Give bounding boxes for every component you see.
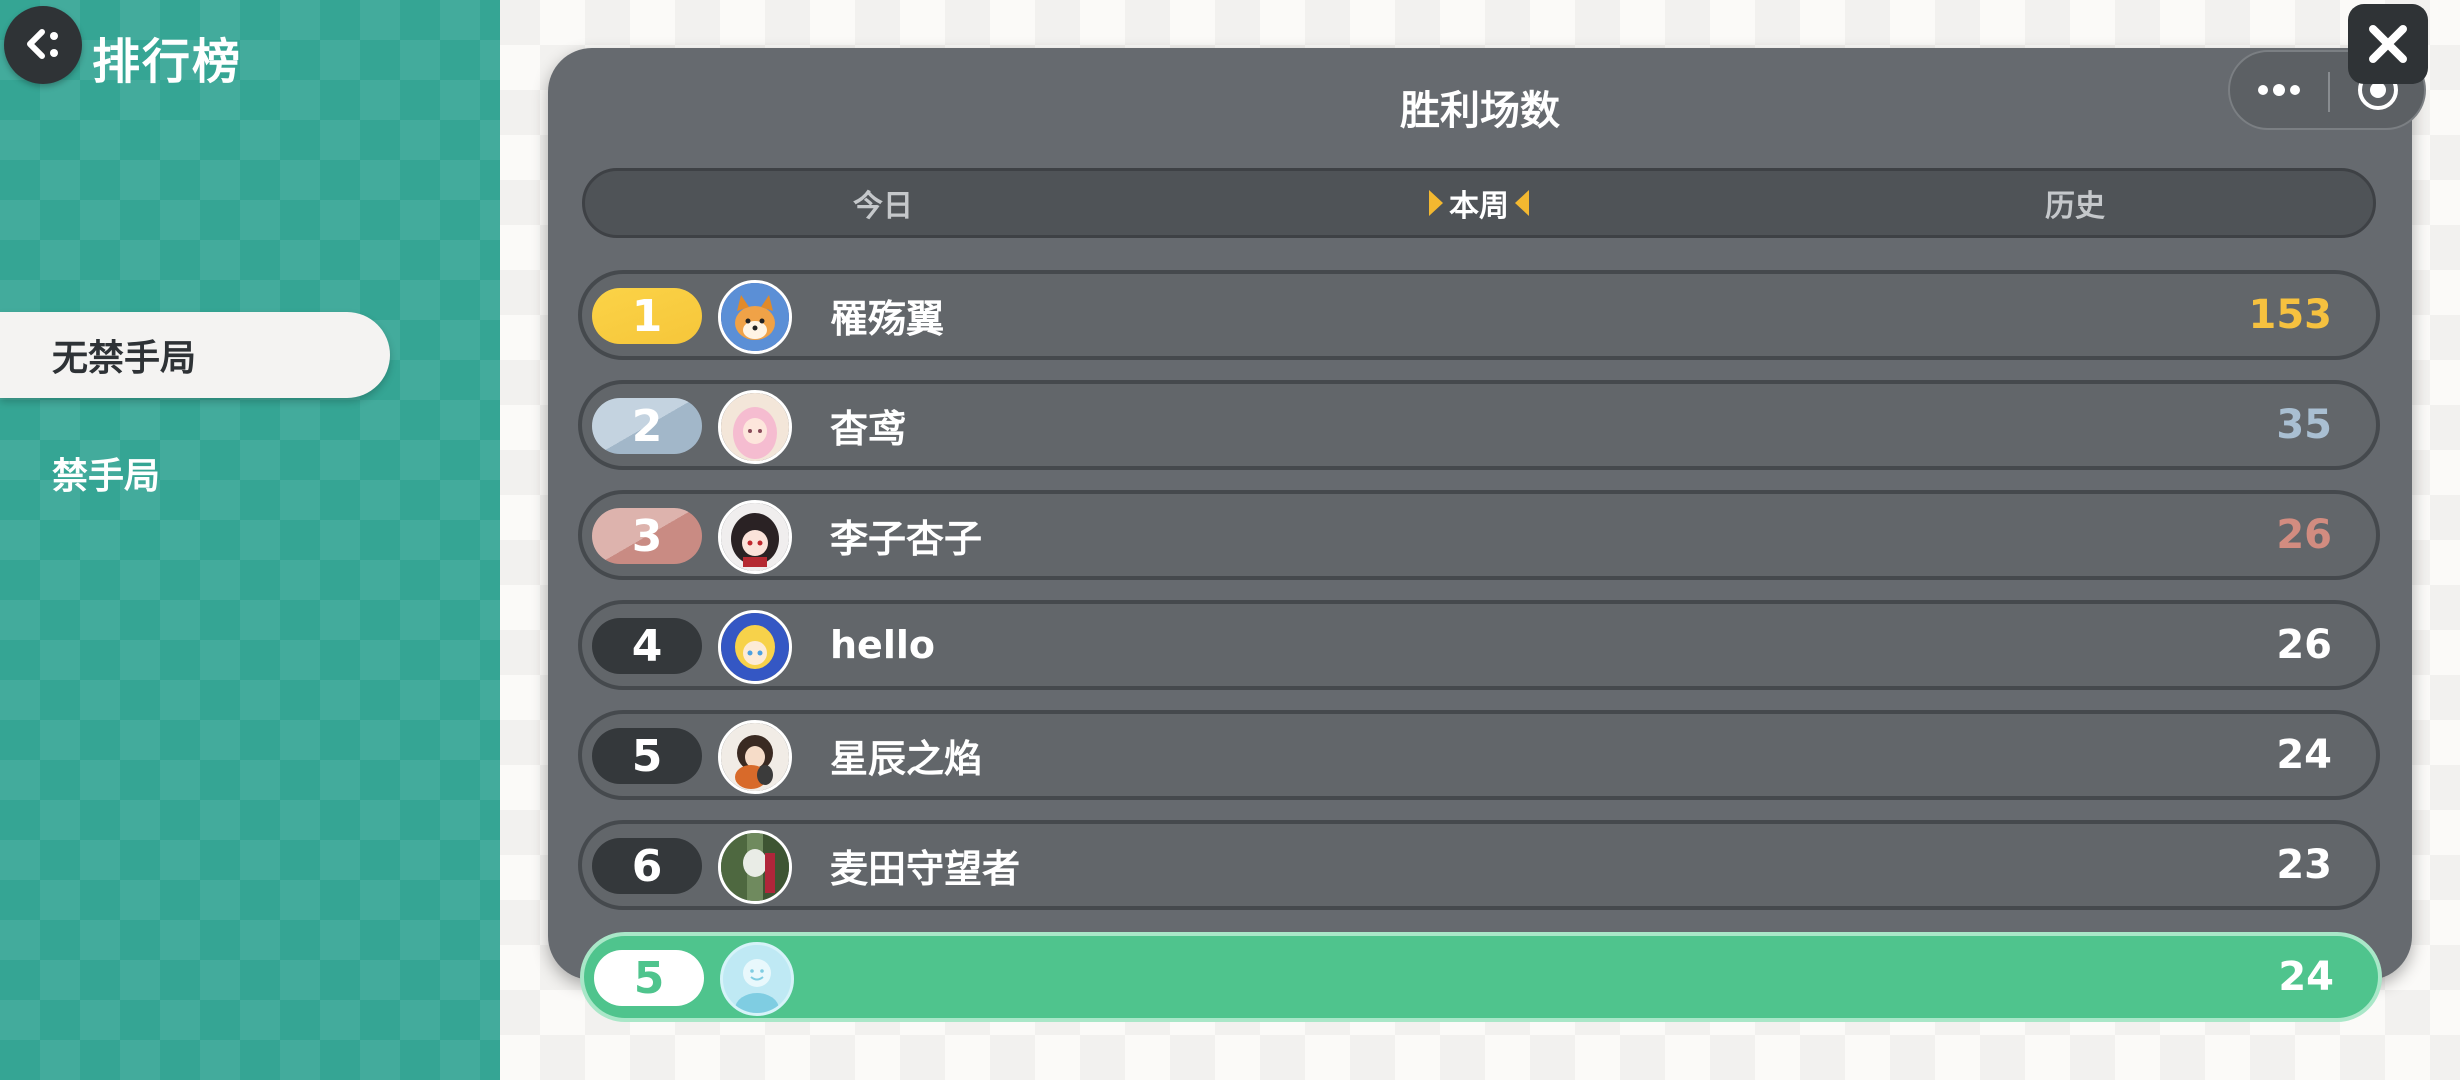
- leaderboard-row[interactable]: 3 李子杏子 26: [578, 490, 2380, 580]
- leaderboard-row[interactable]: 5 星辰之焰 24: [578, 710, 2380, 800]
- avatar: [718, 830, 792, 904]
- avatar: [718, 280, 792, 354]
- more-button[interactable]: [2230, 52, 2328, 128]
- my-rank-row[interactable]: 5 24: [580, 932, 2382, 1022]
- panel-title: 胜利场数: [1400, 88, 1560, 134]
- my-avatar: [720, 942, 794, 1016]
- score: 153: [2248, 292, 2333, 338]
- my-score: 24: [2278, 954, 2334, 1000]
- rank-badge: 6: [592, 838, 702, 894]
- close-button[interactable]: [2348, 4, 2428, 84]
- avatar: [718, 500, 792, 574]
- rank-badge: 1: [592, 288, 702, 344]
- page-title: 排行榜: [92, 34, 243, 90]
- rank-badge: 3: [592, 508, 702, 564]
- period-tabs: 今日 本周 历史: [582, 168, 2376, 238]
- my-rank-badge: 5: [594, 950, 704, 1006]
- default-user-icon: [723, 945, 791, 1013]
- tab-this-week[interactable]: 本周: [1181, 171, 1777, 235]
- player-name: 星辰之焰: [830, 736, 983, 781]
- score: 26: [2276, 512, 2332, 558]
- score: 23: [2276, 842, 2332, 888]
- tab-this-week-label: 本周: [1449, 189, 1509, 224]
- leaderboard-row[interactable]: 2 杳鸢 35: [578, 380, 2380, 470]
- tab-history-label: 历史: [2045, 189, 2105, 224]
- rank-badge: 4: [592, 618, 702, 674]
- leaderboard-panel: 胜利场数 今日 本周 历史 1 罹殇翼 153 2 杳鸢 35 3 李子杏子 2…: [548, 48, 2412, 980]
- leaderboard-row[interactable]: 4 hello 26: [578, 600, 2380, 690]
- rank-badge: 5: [592, 728, 702, 784]
- avatar: [718, 720, 792, 794]
- mode-tab-restriction[interactable]: 禁手局: [0, 430, 390, 516]
- avatar: [718, 610, 792, 684]
- tab-today-label: 今日: [853, 189, 913, 224]
- avatar: [718, 390, 792, 464]
- rank-badge: 2: [592, 398, 702, 454]
- score: 26: [2276, 622, 2332, 668]
- mode-tab-no-restriction[interactable]: 无禁手局: [0, 312, 390, 398]
- tab-today[interactable]: 今日: [585, 171, 1181, 235]
- tab-history[interactable]: 历史: [1777, 171, 2373, 235]
- leaderboard-row[interactable]: 6 麦田守望者 23: [578, 820, 2380, 910]
- player-name: 李子杏子: [830, 516, 983, 561]
- score: 35: [2276, 402, 2332, 448]
- selected-right-arrow-icon: [1515, 190, 1529, 216]
- player-name: 杳鸢: [830, 406, 907, 451]
- player-name: 麦田守望者: [830, 846, 1021, 891]
- back-button[interactable]: [4, 6, 82, 84]
- leaderboard-row[interactable]: 1 罹殇翼 153: [578, 270, 2380, 360]
- player-name: 罹殇翼: [830, 296, 945, 341]
- close-x-icon: [2369, 25, 2407, 63]
- sidebar: 排行榜 无禁手局 禁手局: [0, 0, 500, 1080]
- back-arrow-icon: [27, 29, 58, 59]
- more-dots-icon: [2258, 84, 2300, 96]
- player-name: hello: [830, 623, 935, 667]
- selected-left-arrow-icon: [1429, 190, 1443, 216]
- score: 24: [2276, 732, 2332, 778]
